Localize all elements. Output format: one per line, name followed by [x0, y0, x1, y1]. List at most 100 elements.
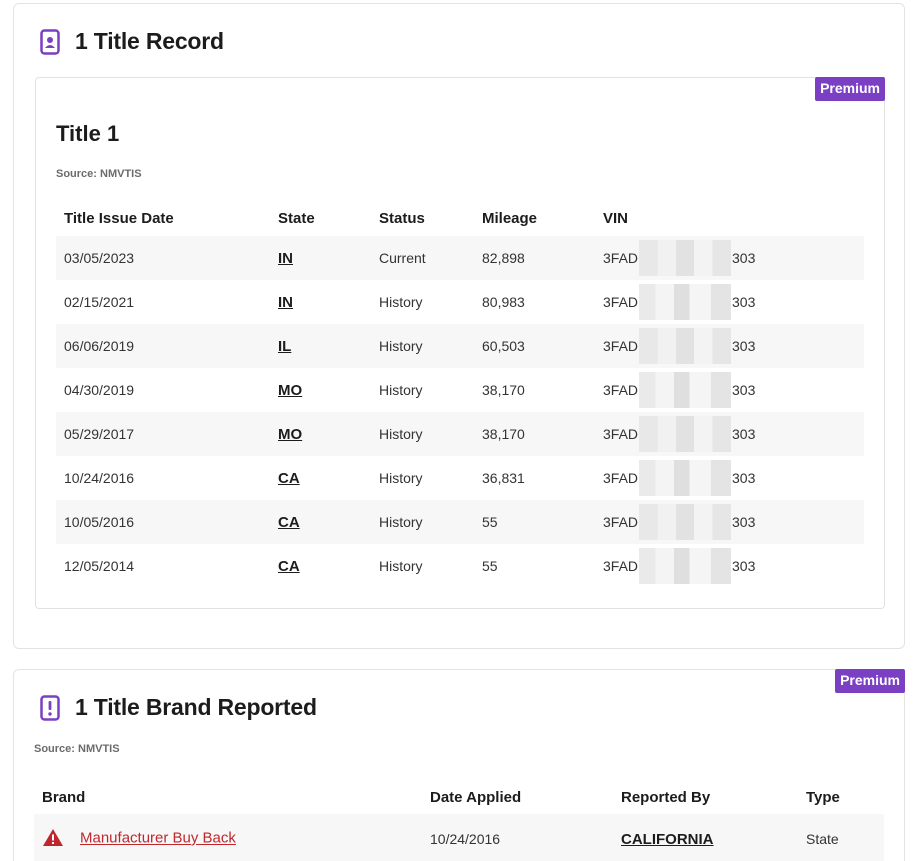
state-link[interactable]: CA: [278, 558, 300, 575]
vin-prefix: 3FAD: [603, 426, 639, 442]
mileage-cell: 36,831: [482, 470, 525, 486]
title-record-icon: [40, 28, 60, 55]
mileage-cell: 38,170: [482, 382, 525, 398]
state-cell: IN: [270, 280, 371, 324]
title-issue-date: 10/24/2016: [64, 470, 135, 486]
title-brand-heading: 1 Title Brand Reported: [75, 694, 317, 720]
premium-badge: Premium: [815, 77, 885, 101]
vin-prefix: 3FAD: [603, 470, 639, 486]
table-row: 04/30/2019 MO History 38,170 3FAD 303: [56, 368, 864, 412]
state-cell: CA: [270, 500, 371, 544]
title-issue-date: 12/05/2014: [64, 558, 135, 574]
column-header: Date Applied: [430, 788, 522, 806]
source-label: Source: NMVTIS: [56, 168, 142, 180]
table-header-row: Brand Date Applied Reported By Type: [34, 780, 884, 814]
vin-suffix: 303: [732, 338, 756, 354]
column-header: Title Issue Date: [64, 209, 174, 227]
mileage-cell: 55: [474, 500, 595, 544]
table-row: 05/29/2017 MO History 38,170 3FAD 303: [56, 412, 864, 456]
column-header: Mileage: [482, 209, 538, 227]
type-cell: State: [798, 814, 884, 861]
title-record-header: 1 Title Record: [40, 28, 224, 55]
table-row: 10/24/2016 CA History 36,831 3FAD 303: [56, 456, 864, 500]
vin-cell: 3FAD 303: [595, 236, 864, 280]
state-cell: CA: [270, 544, 371, 588]
mileage-cell: 60,503: [474, 324, 595, 368]
vin-prefix: 3FAD: [603, 250, 639, 266]
status-cell: History: [371, 412, 474, 456]
state-link[interactable]: MO: [278, 382, 302, 399]
vin-cell: 3FAD 303: [595, 412, 864, 456]
vin-cell: 3FAD 303: [595, 544, 864, 588]
title-issue-date: 10/05/2016: [56, 500, 270, 544]
table-row: 12/05/2014 CA History 55 3FAD 303: [56, 544, 864, 588]
vin-suffix: 303: [732, 426, 756, 442]
status-cell: Current: [371, 236, 474, 280]
state-cell: CA: [270, 456, 371, 500]
vin-prefix: 3FAD: [603, 382, 639, 398]
state-link[interactable]: CA: [278, 514, 300, 531]
title-issue-date: 02/15/2021: [64, 294, 135, 310]
status-cell: History: [379, 294, 423, 310]
title-issue-date: 03/05/2023: [56, 236, 270, 280]
vin-prefix: 3FAD: [603, 514, 639, 530]
column-header: Type: [806, 788, 840, 806]
table-row: 02/15/2021 IN History 80,983 3FAD 303: [56, 280, 864, 324]
mileage-cell: 82,898: [474, 236, 595, 280]
reported-by-cell: CALIFORNIA: [613, 814, 798, 861]
column-header: State: [278, 209, 315, 227]
title-issue-date: 06/06/2019: [56, 324, 270, 368]
column-header: VIN: [603, 209, 629, 227]
warning-triangle-icon: [42, 828, 64, 850]
brand-cell: Manufacturer Buy Back: [34, 814, 422, 861]
mileage-cell: 80,983: [482, 294, 525, 310]
vin-cell: 3FAD 303: [595, 456, 864, 500]
mileage-cell: 38,170: [474, 412, 595, 456]
state-link[interactable]: IL: [278, 338, 291, 355]
status-cell: History: [371, 500, 474, 544]
state-cell: IN: [270, 236, 371, 280]
status-cell: History: [379, 382, 423, 398]
vin-prefix: 3FAD: [603, 338, 639, 354]
premium-badge: Premium: [835, 669, 905, 693]
title-brand-header: 1 Title Brand Reported: [40, 694, 317, 721]
brand-link[interactable]: Manufacturer Buy Back: [80, 830, 236, 847]
status-cell: History: [379, 558, 423, 574]
state-link[interactable]: IN: [278, 250, 293, 267]
state-cell: MO: [270, 368, 371, 412]
vin-suffix: 303: [732, 558, 756, 574]
reported-by-link[interactable]: CALIFORNIA: [621, 831, 714, 848]
table-row: 03/05/2023 IN Current 82,898 3FAD 303: [56, 236, 864, 280]
vin-suffix: 303: [732, 382, 756, 398]
vin-redacted-block: [639, 328, 732, 364]
title-1-panel: Premium Title 1 Source: NMVTIS Title Iss…: [35, 77, 885, 609]
state-cell: MO: [270, 412, 371, 456]
column-header: Status: [379, 209, 425, 227]
vin-prefix: 3FAD: [603, 558, 639, 574]
title-brand-alert-icon: [40, 694, 60, 721]
state-link[interactable]: MO: [278, 426, 302, 443]
status-cell: History: [379, 470, 423, 486]
source-label: Source: NMVTIS: [34, 743, 120, 755]
vin-redacted-block: [639, 240, 732, 276]
vin-redacted-block: [639, 504, 732, 540]
title-brand-table: Brand Date Applied Reported By Type Manu…: [34, 780, 884, 861]
title-record-heading: 1 Title Record: [75, 28, 224, 54]
table-header-row: Title Issue Date State Status Mileage VI…: [56, 200, 864, 236]
table-row: 06/06/2019 IL History 60,503 3FAD 303: [56, 324, 864, 368]
state-cell: IL: [270, 324, 371, 368]
vin-redacted-block: [639, 460, 732, 496]
state-link[interactable]: CA: [278, 470, 300, 487]
state-link[interactable]: IN: [278, 294, 293, 311]
vin-redacted-block: [639, 416, 732, 452]
column-header: Reported By: [621, 788, 711, 806]
vin-suffix: 303: [732, 470, 756, 486]
mileage-cell: 55: [482, 558, 498, 574]
vin-prefix: 3FAD: [603, 294, 639, 310]
vin-cell: 3FAD 303: [595, 280, 864, 324]
title-name: Title 1: [56, 121, 120, 146]
status-cell: History: [371, 324, 474, 368]
vin-redacted-block: [639, 284, 732, 320]
title-brand-card: Premium 1 Title Brand Reported Source: N…: [13, 669, 905, 861]
vin-suffix: 303: [732, 514, 756, 530]
